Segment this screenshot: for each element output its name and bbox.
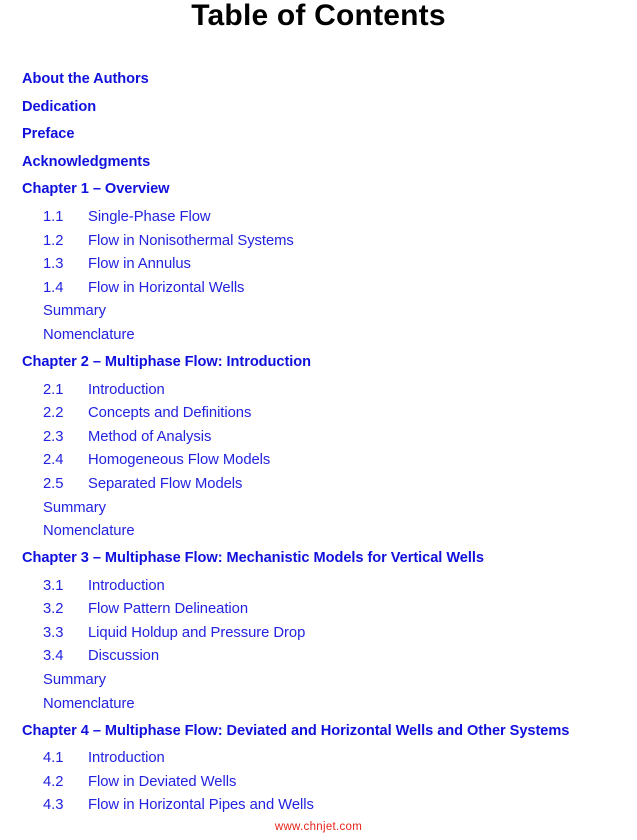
- section-number: 3.3: [43, 624, 64, 641]
- toc-link-section-2-5[interactable]: 2.5 Separated Flow Models: [43, 475, 637, 493]
- site-watermark: www.chnjet.com: [274, 821, 363, 833]
- section-label: Discussion: [88, 648, 160, 665]
- section-label: Flow in Annulus: [88, 256, 191, 273]
- toc-link-chapter-2-nomenclature[interactable]: Nomenclature: [43, 522, 637, 540]
- chapter-group-1: Chapter 1 – Overview 1.1 Single-Phase Fl…: [0, 180, 637, 344]
- toc-link-section-1-1[interactable]: 1.1 Single-Phase Flow: [43, 208, 637, 226]
- toc-link-preface[interactable]: Preface: [22, 125, 582, 143]
- toc-link-chapter-3-summary[interactable]: Summary: [43, 671, 637, 689]
- section-label: Homogeneous Flow Models: [88, 452, 271, 469]
- section-label: Flow in Horizontal Pipes and Wells: [88, 797, 314, 814]
- section-number: 1.2: [43, 232, 64, 249]
- section-label: Flow in Nonisothermal Systems: [88, 232, 294, 249]
- toc-link-section-4-1[interactable]: 4.1 Introduction: [43, 749, 637, 767]
- toc-link-chapter-1-nomenclature[interactable]: Nomenclature: [43, 326, 637, 344]
- section-number: 3.4: [43, 648, 64, 665]
- section-label: Flow in Deviated Wells: [88, 773, 237, 790]
- section-number: 1.3: [43, 256, 64, 273]
- section-number: 4.3: [43, 797, 64, 814]
- section-label: Flow in Horizontal Wells: [88, 279, 245, 296]
- section-label: Single-Phase Flow: [88, 208, 211, 225]
- section-number: 2.3: [43, 428, 64, 445]
- section-number: 1.1: [43, 208, 64, 225]
- section-number: 2.4: [43, 452, 64, 469]
- section-number: 2.1: [43, 381, 64, 398]
- section-label: Flow Pattern Delineation: [88, 601, 249, 618]
- toc-link-section-1-3[interactable]: 1.3 Flow in Annulus: [43, 255, 637, 273]
- section-label: Separated Flow Models: [88, 475, 243, 492]
- section-label: Introduction: [88, 750, 165, 767]
- toc-link-section-3-1[interactable]: 3.1 Introduction: [43, 577, 637, 595]
- toc-link-section-4-3[interactable]: 4.3 Flow in Horizontal Pipes and Wells: [43, 796, 637, 814]
- page-title: Table of Contents: [191, 0, 446, 32]
- toc-link-section-3-4[interactable]: 3.4 Discussion: [43, 647, 637, 665]
- toc-link-section-2-4[interactable]: 2.4 Homogeneous Flow Models: [43, 451, 637, 469]
- section-number: 1.4: [43, 279, 64, 296]
- toc-link-section-2-3[interactable]: 2.3 Method of Analysis: [43, 428, 637, 446]
- toc-link-chapter-3[interactable]: Chapter 3 – Multiphase Flow: Mechanistic…: [22, 549, 582, 567]
- toc-link-section-2-2[interactable]: 2.2 Concepts and Definitions: [43, 404, 637, 422]
- section-number: 2.5: [43, 475, 64, 492]
- toc-link-section-3-3[interactable]: 3.3 Liquid Holdup and Pressure Drop: [43, 624, 637, 642]
- chapter-group-4: Chapter 4 – Multiphase Flow: Deviated an…: [0, 722, 637, 815]
- toc-page: Table of Contents About the Authors Dedi…: [0, 0, 637, 840]
- toc-link-acknowledgments[interactable]: Acknowledgments: [22, 153, 582, 171]
- section-label: Concepts and Definitions: [88, 405, 252, 422]
- section-number: 4.2: [43, 773, 64, 790]
- chapter-group-2: Chapter 2 – Multiphase Flow: Introductio…: [0, 353, 637, 540]
- toc-link-section-1-2[interactable]: 1.2 Flow in Nonisothermal Systems: [43, 232, 637, 250]
- toc-link-section-4-2[interactable]: 4.2 Flow in Deviated Wells: [43, 773, 637, 791]
- toc-link-chapter-2-summary[interactable]: Summary: [43, 499, 637, 517]
- toc-link-chapter-1[interactable]: Chapter 1 – Overview: [22, 180, 582, 198]
- front-matter-group: About the Authors Dedication Preface Ack…: [0, 70, 637, 171]
- toc-link-chapter-1-summary[interactable]: Summary: [43, 302, 637, 320]
- section-label: Method of Analysis: [88, 428, 212, 445]
- toc-link-chapter-2[interactable]: Chapter 2 – Multiphase Flow: Introductio…: [22, 353, 582, 371]
- section-number: 2.2: [43, 405, 64, 422]
- toc-link-chapter-3-nomenclature[interactable]: Nomenclature: [43, 695, 637, 713]
- section-number: 3.1: [43, 577, 64, 594]
- toc-link-dedication[interactable]: Dedication: [22, 98, 582, 116]
- toc-entry-list: About the Authors Dedication Preface Ack…: [0, 70, 637, 820]
- section-number: 3.2: [43, 601, 64, 618]
- section-label: Liquid Holdup and Pressure Drop: [88, 624, 306, 641]
- toc-link-section-3-2[interactable]: 3.2 Flow Pattern Delineation: [43, 600, 637, 618]
- toc-link-chapter-4[interactable]: Chapter 4 – Multiphase Flow: Deviated an…: [22, 722, 582, 740]
- toc-link-about-the-authors[interactable]: About the Authors: [22, 70, 582, 88]
- toc-link-section-2-1[interactable]: 2.1 Introduction: [43, 381, 637, 399]
- section-label: Introduction: [88, 381, 165, 398]
- section-label: Introduction: [88, 577, 165, 594]
- chapter-group-3: Chapter 3 – Multiphase Flow: Mechanistic…: [0, 549, 637, 713]
- section-number: 4.1: [43, 750, 64, 767]
- toc-link-section-1-4[interactable]: 1.4 Flow in Horizontal Wells: [43, 279, 637, 297]
